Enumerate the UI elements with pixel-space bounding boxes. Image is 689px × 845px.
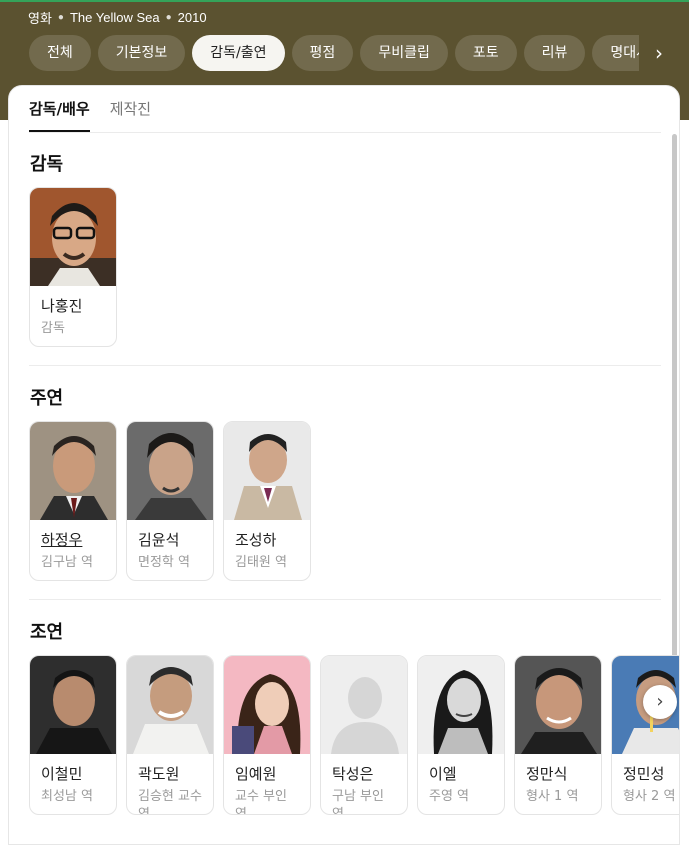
person-role: 교수 부인 역 <box>235 789 287 815</box>
person-role: 김승현 교수 역 <box>138 789 202 815</box>
lead-cards: 하정우 김구남 역 김윤석 면정학 역 조성하 김태원 역 <box>29 421 311 581</box>
person-name[interactable]: 임예원 <box>235 764 310 784</box>
person-photo <box>30 656 116 754</box>
chevron-right-icon[interactable]: › <box>645 38 673 68</box>
cast-panel: 감독/배우 제작진 감독 나홍진 감독 주연 하정우 김구남 역 김윤석 면정학… <box>8 85 680 845</box>
person-card[interactable]: 곽도원 김승현 교수 역 <box>126 655 214 815</box>
person-photo <box>127 656 213 754</box>
person-photo <box>30 188 116 286</box>
person-name[interactable]: 조성하 <box>235 530 310 550</box>
person-name[interactable]: 이철민 <box>41 764 116 784</box>
person-role: 김태원 역 <box>235 555 287 570</box>
person-photo <box>127 422 213 520</box>
person-photo <box>224 422 310 520</box>
support-cards: 이철민 최성남 역 곽도원 김승현 교수 역 임예원 교수 부인 역 탁성은 구… <box>29 655 679 815</box>
person-photo <box>515 656 601 754</box>
subtab-crew[interactable]: 제작진 <box>110 86 151 132</box>
tab-all[interactable]: 전체 <box>29 35 91 71</box>
person-photo <box>224 656 310 754</box>
person-role: 주영 역 <box>429 789 470 804</box>
section-divider <box>29 599 661 600</box>
chevron-right-icon[interactable]: › <box>643 685 677 719</box>
person-card[interactable]: 하정우 김구남 역 <box>29 421 117 581</box>
person-role: 형사 1 역 <box>526 789 579 804</box>
tab-quotes[interactable]: 명대사 <box>592 35 639 71</box>
subtab-director-actors[interactable]: 감독/배우 <box>29 86 90 132</box>
person-role: 형사 2 역 <box>623 789 676 804</box>
sub-tabs: 감독/배우 제작진 <box>29 86 661 133</box>
person-card[interactable]: 정민성 형사 2 역 <box>611 655 679 815</box>
section-divider <box>29 365 661 366</box>
person-role: 감독 <box>41 321 65 336</box>
person-card[interactable]: 이엘 주영 역 <box>417 655 505 815</box>
breadcrumb-separator: ● <box>165 11 172 23</box>
person-name[interactable]: 곽도원 <box>138 764 213 784</box>
person-role: 김구남 역 <box>41 555 93 570</box>
section-title-director: 감독 <box>30 154 64 175</box>
director-cards: 나홍진 감독 <box>29 187 117 347</box>
person-role: 면정학 역 <box>138 555 190 570</box>
person-name[interactable]: 정만식 <box>526 764 601 784</box>
person-card[interactable]: 이철민 최성남 역 <box>29 655 117 815</box>
person-name[interactable]: 탁성은 <box>332 764 407 784</box>
person-photo <box>30 422 116 520</box>
breadcrumb-year[interactable]: 2010 <box>178 10 207 25</box>
person-role: 최성남 역 <box>41 789 93 804</box>
person-card[interactable]: 정만식 형사 1 역 <box>514 655 602 815</box>
person-name[interactable]: 하정우 <box>41 530 116 550</box>
person-card[interactable]: 탁성은 구남 부인 역 <box>320 655 408 815</box>
tab-review[interactable]: 리뷰 <box>523 35 586 71</box>
tab-movie-clip[interactable]: 무비클립 <box>360 35 448 71</box>
section-title-lead: 주연 <box>30 388 64 409</box>
tab-photo[interactable]: 포토 <box>454 35 517 71</box>
breadcrumb-category[interactable]: 영화 <box>28 8 52 27</box>
breadcrumb: 영화 ● The Yellow Sea ● 2010 <box>28 7 207 27</box>
person-card[interactable]: 조성하 김태원 역 <box>223 421 311 581</box>
person-name[interactable]: 정민성 <box>623 764 679 784</box>
person-role: 구남 부인 역 <box>332 789 384 815</box>
person-card[interactable]: 임예원 교수 부인 역 <box>223 655 311 815</box>
scrollbar-thumb[interactable] <box>672 134 677 740</box>
person-silhouette-icon <box>321 656 407 754</box>
person-name[interactable]: 김윤석 <box>138 530 213 550</box>
category-tabs: 전체 기본정보 감독/출연 평점 무비클립 포토 리뷰 명대사 <box>29 35 639 71</box>
tab-cast[interactable]: 감독/출연 <box>192 35 285 71</box>
breadcrumb-title[interactable]: The Yellow Sea <box>70 10 160 25</box>
person-card[interactable]: 나홍진 감독 <box>29 187 117 347</box>
tab-rating[interactable]: 평점 <box>291 35 354 71</box>
person-name[interactable]: 이엘 <box>429 764 504 784</box>
person-name[interactable]: 나홍진 <box>41 296 116 316</box>
section-title-support: 조연 <box>30 622 64 643</box>
person-card[interactable]: 김윤석 면정학 역 <box>126 421 214 581</box>
breadcrumb-separator: ● <box>57 11 64 23</box>
tab-basic-info[interactable]: 기본정보 <box>97 35 186 71</box>
person-photo <box>418 656 504 754</box>
